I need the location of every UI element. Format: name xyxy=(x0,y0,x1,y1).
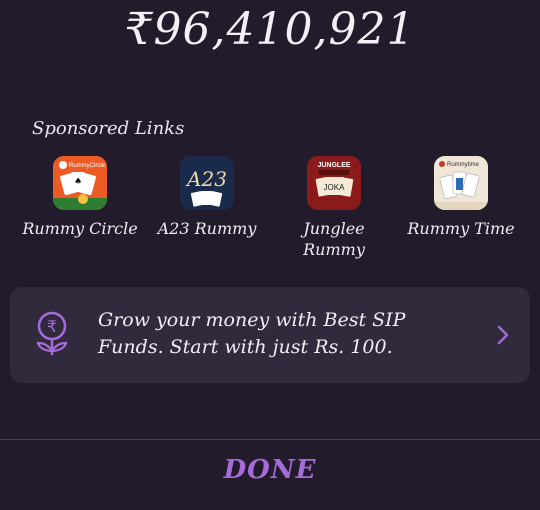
balance-amount: ₹96,410,921 xyxy=(124,4,416,55)
chevron-right-icon[interactable] xyxy=(496,324,510,346)
svg-text:₹: ₹ xyxy=(47,317,57,336)
app-label: Rummy Time xyxy=(407,219,515,238)
app-rummy-time[interactable]: Rummytime Rummy Time xyxy=(401,156,521,239)
svg-text:JOKA: JOKA xyxy=(324,183,346,192)
sponsored-apps-row: RummyCircle ♠ Rummy Circle A23 A23 Rummy xyxy=(0,156,540,266)
rummycircle-app-icon: RummyCircle ♠ xyxy=(53,156,107,210)
rummytime-app-icon: Rummytime xyxy=(434,156,488,210)
app-rummy-circle[interactable]: RummyCircle ♠ Rummy Circle xyxy=(20,156,140,239)
a23-app-icon: A23 xyxy=(180,156,234,210)
app-a23-rummy[interactable]: A23 A23 Rummy xyxy=(147,156,267,239)
app-label: A23 Rummy xyxy=(157,219,257,238)
rupee-plant-icon: ₹ xyxy=(36,311,68,355)
app-label: Rummy Circle xyxy=(22,219,138,238)
rummytime-icon-text: Rummytime xyxy=(447,162,480,168)
junglee-icon-text: JUNGLEE xyxy=(317,162,350,169)
sip-promo-card[interactable]: ₹ Grow your money with Best SIP Funds. S… xyxy=(10,287,530,383)
sponsored-links-title: Sponsored Links xyxy=(32,118,185,139)
app-label: Junglee Rummy xyxy=(303,219,365,259)
done-button[interactable]: DONE xyxy=(0,455,540,485)
footer-divider xyxy=(0,439,540,440)
rummycircle-icon-text: RummyCircle xyxy=(69,163,106,169)
sip-promo-text: Grow your money with Best SIP Funds. Sta… xyxy=(98,309,406,358)
junglee-app-icon: JUNGLEE JOKA xyxy=(307,156,361,210)
a23-icon-text: A23 xyxy=(185,167,227,191)
svg-text:♠: ♠ xyxy=(74,177,82,187)
app-junglee-rummy[interactable]: JUNGLEE JOKA Junglee Rummy xyxy=(274,156,394,260)
